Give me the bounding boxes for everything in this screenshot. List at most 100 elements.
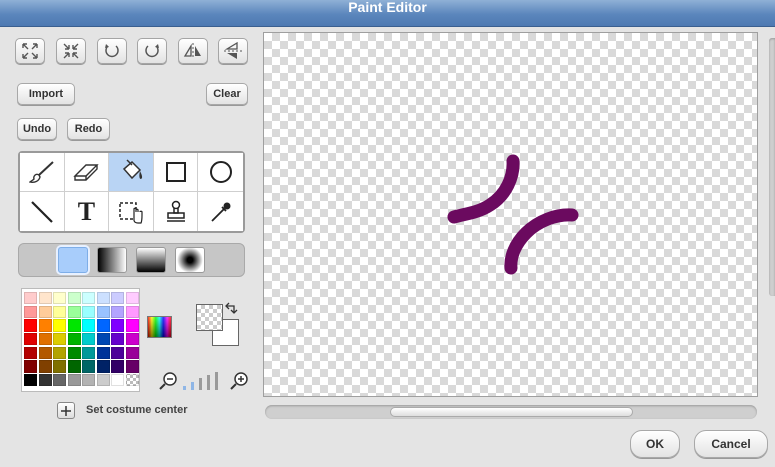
swap-colors-icon[interactable] [225,302,238,315]
horizontal-gradient-button[interactable] [97,247,127,273]
undo-button[interactable]: Undo [17,118,57,140]
color-swatch[interactable] [125,374,139,387]
vertical-gradient-button[interactable] [136,247,166,273]
color-swatch[interactable] [24,360,37,373]
radial-gradient-button[interactable] [175,247,205,273]
color-swatch[interactable] [82,305,95,318]
color-swatch[interactable] [53,305,66,318]
color-swatch[interactable] [24,333,37,346]
color-swatch[interactable] [67,374,81,387]
stamp-tool[interactable] [153,192,199,231]
color-swatch[interactable] [53,292,66,305]
brush-size-4[interactable] [207,375,210,390]
undo-label: Undo [22,123,52,135]
flip-horizontal-button[interactable] [178,38,208,64]
color-swatch[interactable] [125,360,139,373]
color-swatch[interactable] [82,374,95,387]
color-swatch[interactable] [111,346,124,360]
color-swatch[interactable] [53,319,66,332]
color-swatch[interactable] [67,305,81,318]
zoom-out-icon[interactable] [158,371,178,391]
color-swatch[interactable] [111,333,124,346]
eraser-tool[interactable] [64,153,110,192]
color-swatch[interactable] [53,346,66,360]
color-swatch[interactable] [38,292,52,305]
color-swatch[interactable] [24,319,37,332]
brush-size-2[interactable] [191,382,194,390]
color-swatch[interactable] [82,346,95,360]
solid-fill-button[interactable] [58,247,88,273]
color-swatch[interactable] [67,360,81,373]
color-swatch[interactable] [53,374,66,387]
clear-button[interactable]: Clear [206,83,248,105]
color-swatch[interactable] [96,374,110,387]
color-swatch[interactable] [125,305,139,318]
color-swatch[interactable] [96,319,110,332]
color-swatch[interactable] [125,292,139,305]
color-swatch[interactable] [111,319,124,332]
color-swatch[interactable] [96,346,110,360]
zoom-in-icon[interactable] [229,371,249,391]
flip-vertical-button[interactable] [218,38,248,64]
rotate-left-button[interactable] [97,38,127,64]
color-swatch[interactable] [96,360,110,373]
color-swatch[interactable] [82,292,95,305]
color-swatch[interactable] [125,346,139,360]
color-swatch[interactable] [53,360,66,373]
brush-size-5[interactable] [215,372,218,390]
color-swatch[interactable] [125,319,139,332]
color-swatch[interactable] [111,305,124,318]
color-swatch[interactable] [125,333,139,346]
redo-button[interactable]: Redo [67,118,110,140]
enlarge-button[interactable] [15,38,45,64]
color-swatch[interactable] [67,333,81,346]
import-button[interactable]: Import [17,83,75,105]
tool-palette: T [18,151,245,233]
color-swatch[interactable] [82,333,95,346]
ok-button[interactable]: OK [630,430,680,458]
horizontal-scroll-thumb[interactable] [390,407,633,417]
color-swatch[interactable] [38,333,52,346]
color-swatch[interactable] [67,346,81,360]
color-swatch[interactable] [111,374,124,387]
line-tool[interactable] [20,192,65,231]
color-swatch[interactable] [24,374,37,387]
brush-size-3[interactable] [199,378,202,390]
color-swatch[interactable] [82,360,95,373]
eyedropper-tool[interactable] [198,192,243,231]
drawing-canvas[interactable] [263,32,758,397]
select-tool[interactable] [109,192,154,231]
color-swatch[interactable] [111,292,124,305]
rectangle-tool[interactable] [153,153,199,192]
color-swatch[interactable] [38,360,52,373]
ok-label: OK [646,437,664,451]
color-swatch[interactable] [67,292,81,305]
color-swatch[interactable] [38,346,52,360]
color-swatch[interactable] [38,319,52,332]
color-swatch[interactable] [82,319,95,332]
ellipse-tool[interactable] [198,153,243,192]
color-swatch[interactable] [24,292,37,305]
fill-mode-bar [18,243,245,277]
color-swatch[interactable] [111,360,124,373]
color-swatch[interactable] [96,305,110,318]
shrink-button[interactable] [56,38,86,64]
set-costume-center-button[interactable] [57,402,75,419]
rotate-right-button[interactable] [137,38,167,64]
color-swatch[interactable] [24,346,37,360]
color-swatch[interactable] [38,374,52,387]
paint-bucket-tool[interactable] [109,153,154,192]
color-swatch[interactable] [96,292,110,305]
text-tool[interactable]: T [64,192,110,231]
color-swatch[interactable] [67,319,81,332]
vertical-scrollbar[interactable] [769,38,775,296]
color-spectrum-button[interactable] [147,316,172,338]
color-swatch[interactable] [38,305,52,318]
brush-size-1[interactable] [183,386,186,390]
cancel-button[interactable]: Cancel [694,430,768,458]
color-swatch[interactable] [24,305,37,318]
paintbrush-tool[interactable] [20,153,65,192]
color-swatch[interactable] [53,333,66,346]
primary-color-swatch[interactable] [196,304,223,331]
color-swatch[interactable] [96,333,110,346]
